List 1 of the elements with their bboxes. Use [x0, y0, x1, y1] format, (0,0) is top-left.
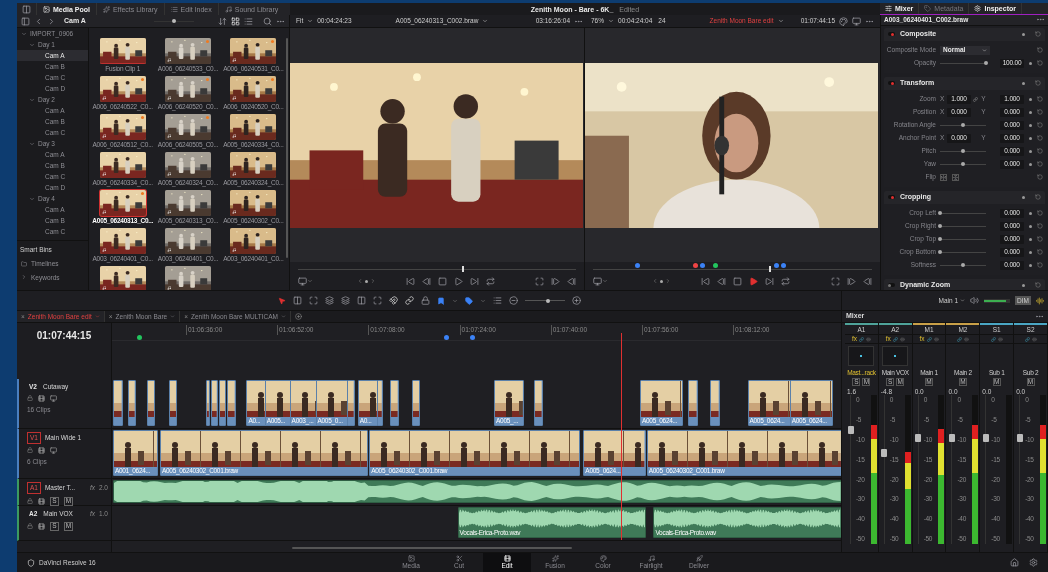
timecode: 01:07:44:15 — [36, 329, 92, 343]
